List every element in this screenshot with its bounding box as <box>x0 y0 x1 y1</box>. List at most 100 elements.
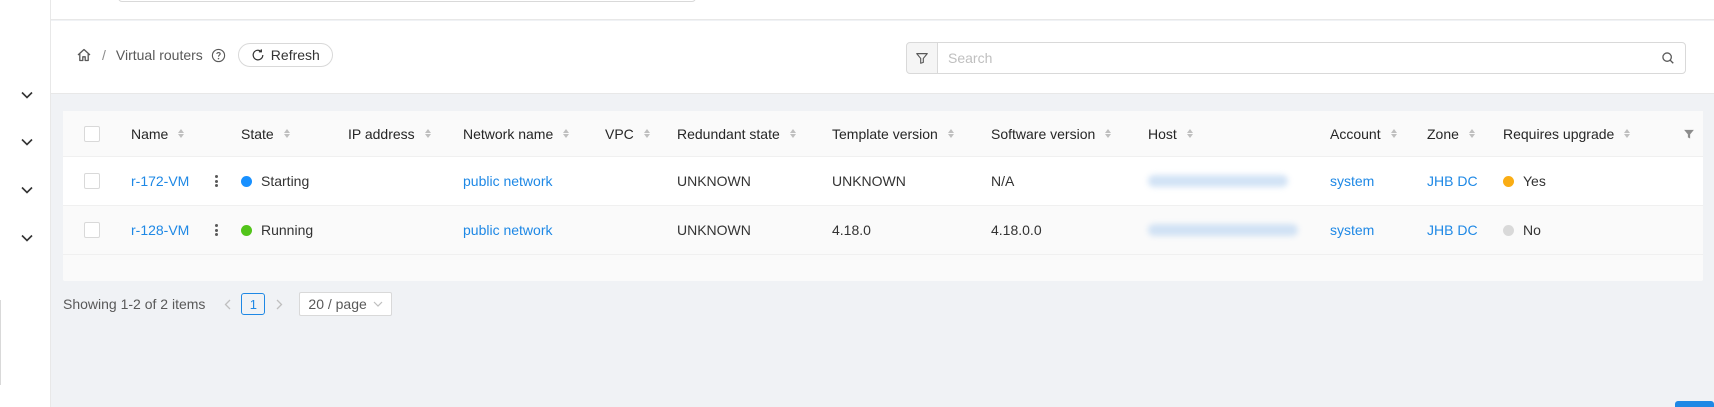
col-ip-address[interactable]: IP address <box>348 111 431 156</box>
col-zone[interactable]: Zone <box>1427 111 1475 156</box>
next-page-icon[interactable] <box>271 292 287 316</box>
page-1-button[interactable]: 1 <box>241 293 266 315</box>
more-actions-icon[interactable] <box>212 223 220 237</box>
requires-upgrade-text: No <box>1523 222 1541 238</box>
page-header: / Virtual routers Refresh <box>51 21 1714 94</box>
reload-icon <box>251 48 265 62</box>
upgrade-dot <box>1503 224 1514 236</box>
sort-icon <box>1624 129 1631 138</box>
chevron-down-icon[interactable] <box>19 182 35 198</box>
table-row: r-172-VM Starting public network UNKNOWN… <box>63 157 1703 206</box>
select-all-cell <box>84 111 100 156</box>
col-host[interactable]: Host <box>1148 111 1193 156</box>
col-vpc-label: VPC <box>605 125 634 142</box>
state-text: Running <box>261 222 314 238</box>
search-field <box>937 42 1686 74</box>
col-name[interactable]: Name <box>131 111 185 156</box>
column-filter-icon[interactable] <box>1683 111 1695 156</box>
filter-icon <box>915 51 929 65</box>
host-redacted[interactable] <box>1148 175 1288 187</box>
floating-action-button[interactable] <box>1675 401 1714 407</box>
requires-upgrade-cell: No <box>1503 206 1541 254</box>
network-name-link[interactable]: public network <box>463 206 553 254</box>
sort-icon <box>1390 129 1397 138</box>
sort-icon <box>1468 129 1475 138</box>
sort-icon <box>563 129 570 138</box>
filter-button[interactable] <box>906 42 938 74</box>
col-name-label: Name <box>131 125 169 142</box>
home-icon[interactable] <box>76 47 92 63</box>
pagination-summary: Showing 1-2 of 2 items <box>63 296 206 312</box>
state-cell: Starting <box>241 157 309 205</box>
sidebar <box>0 0 51 407</box>
col-ip-address-label: IP address <box>348 125 415 142</box>
sort-icon <box>424 129 431 138</box>
account-link[interactable]: system <box>1330 157 1374 205</box>
col-host-label: Host <box>1148 125 1177 142</box>
col-software-version[interactable]: Software version <box>991 111 1112 156</box>
col-network-name-label: Network name <box>463 125 554 142</box>
software-version-cell: 4.18.0.0 <box>991 222 1042 238</box>
chevron-down-icon[interactable] <box>19 87 35 103</box>
more-actions-icon[interactable] <box>212 174 220 188</box>
chevron-down-icon[interactable] <box>19 134 35 150</box>
sort-icon <box>947 129 954 138</box>
zone-link[interactable]: JHB DC <box>1427 157 1478 205</box>
router-name-link[interactable]: r-128-VM <box>131 206 189 254</box>
sort-icon <box>283 129 290 138</box>
requires-upgrade-text: Yes <box>1523 173 1546 189</box>
page-size-select[interactable]: 20 / page <box>299 292 392 316</box>
row-checkbox[interactable] <box>84 173 100 189</box>
chevron-down-icon[interactable] <box>19 230 35 246</box>
row-actions-cell <box>212 206 220 254</box>
col-network-name[interactable]: Network name <box>463 111 570 156</box>
sort-icon <box>789 129 796 138</box>
host-cell <box>1148 206 1298 254</box>
col-account[interactable]: Account <box>1330 111 1397 156</box>
breadcrumb: / Virtual routers Refresh <box>76 43 333 67</box>
col-template-version[interactable]: Template version <box>832 111 954 156</box>
col-requires-upgrade-label: Requires upgrade <box>1503 125 1615 142</box>
row-checkbox[interactable] <box>84 222 100 238</box>
redundant-state-cell: UNKNOWN <box>677 222 751 238</box>
search-icon[interactable] <box>1661 51 1675 65</box>
requires-upgrade-cell: Yes <box>1503 157 1546 205</box>
divider <box>0 300 1 385</box>
col-state[interactable]: State <box>241 111 290 156</box>
help-icon[interactable] <box>211 48 226 63</box>
router-name-link[interactable]: r-172-VM <box>131 157 189 205</box>
network-name-link[interactable]: public network <box>463 157 553 205</box>
col-account-label: Account <box>1330 125 1381 142</box>
state-cell: Running <box>241 206 313 254</box>
top-bar <box>51 0 1714 20</box>
refresh-button[interactable]: Refresh <box>237 43 333 67</box>
table-row: r-128-VM Running public network UNKNOWN … <box>63 206 1703 255</box>
top-input[interactable] <box>118 0 696 2</box>
select-all-checkbox[interactable] <box>84 125 100 142</box>
host-redacted[interactable] <box>1148 224 1298 236</box>
redundant-state-cell: UNKNOWN <box>677 173 751 189</box>
page-size-value: 20 / page <box>308 296 367 312</box>
template-version-cell: 4.18.0 <box>832 222 871 238</box>
state-dot <box>241 175 252 187</box>
prev-page-icon[interactable] <box>219 292 235 316</box>
col-redundant-state[interactable]: Redundant state <box>677 111 796 156</box>
search-input[interactable] <box>948 50 1661 66</box>
col-software-version-label: Software version <box>991 125 1096 142</box>
row-select-cell <box>84 206 100 254</box>
pagination: Showing 1-2 of 2 items 1 20 / page <box>63 292 392 316</box>
col-state-label: State <box>241 125 274 142</box>
chevron-down-icon <box>373 301 383 307</box>
sort-icon <box>1105 129 1112 138</box>
virtual-routers-table: Name State IP address Network name VPC R… <box>63 111 1703 281</box>
sort-icon <box>643 129 650 138</box>
sort-icon <box>178 129 185 138</box>
col-vpc[interactable]: VPC <box>605 111 650 156</box>
host-cell <box>1148 157 1288 205</box>
state-text: Starting <box>261 173 310 189</box>
col-redundant-state-label: Redundant state <box>677 125 780 142</box>
zone-link[interactable]: JHB DC <box>1427 206 1478 254</box>
breadcrumb-separator: / <box>102 47 106 63</box>
account-link[interactable]: system <box>1330 206 1374 254</box>
col-requires-upgrade[interactable]: Requires upgrade <box>1503 111 1631 156</box>
